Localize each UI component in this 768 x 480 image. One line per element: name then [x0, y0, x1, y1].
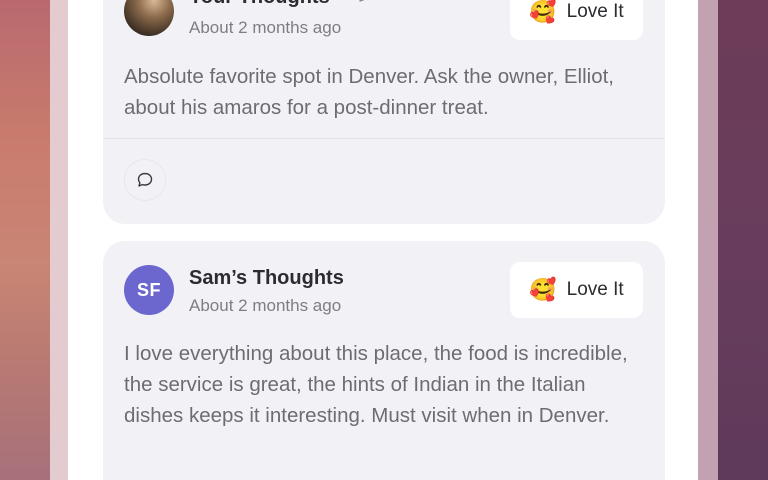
panel-edge-right — [698, 0, 718, 480]
review-card-sams-thoughts: SF Sam’s Thoughts About 2 months ago 🥰 L… — [103, 241, 665, 480]
avatar-initials: SF — [136, 279, 161, 300]
smiling-hearts-icon: 🥰 — [529, 0, 557, 24]
review-text: I love everything about this place, the … — [124, 342, 628, 427]
panel-edge-left — [50, 0, 68, 480]
avatar: SF — [124, 265, 174, 315]
review-timestamp: About 2 months ago — [189, 18, 342, 37]
smiling-hearts-icon: 🥰 — [529, 277, 557, 302]
divider — [103, 138, 665, 139]
review-card-your-thoughts: Your Thoughts About 2 months ago 🥰 Love … — [103, 0, 665, 224]
reaction-label: Love It — [566, 279, 624, 300]
reaction-label: Love It — [566, 1, 624, 22]
review-text: Absolute favorite spot in Denver. Ask th… — [124, 65, 614, 119]
review-timestamp: About 2 months ago — [189, 296, 342, 315]
pencil-icon[interactable] — [357, 0, 373, 4]
review-author: Your Thoughts — [189, 0, 330, 9]
reaction-button[interactable]: 🥰 Love It — [510, 262, 643, 318]
review-author: Sam’s Thoughts — [189, 267, 344, 289]
comment-button[interactable] — [124, 159, 166, 201]
user-avatar[interactable] — [124, 0, 174, 36]
comment-bubble-icon — [137, 172, 153, 187]
reaction-button[interactable]: 🥰 Love It — [510, 0, 643, 40]
